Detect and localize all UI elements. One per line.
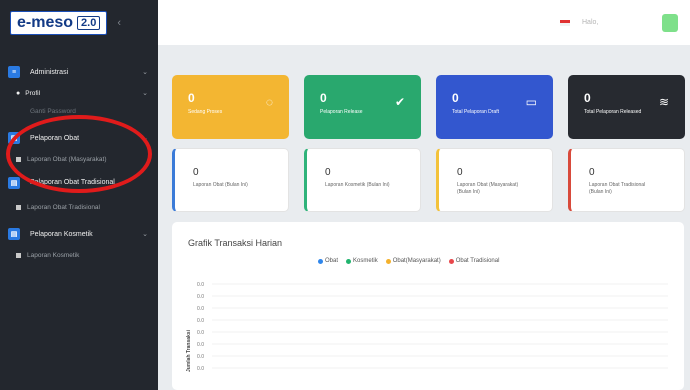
sidebar-item-ganti-password[interactable]: Ganti Password: [0, 102, 158, 120]
report-card-obat-tradisional[interactable]: 0 Laporan Obat Tradisional (Bulan Ini): [568, 148, 685, 212]
report-icon: ▤: [8, 132, 20, 144]
chart-plot: Jumlah Transaksi 0.0 0.0 0.0 0.0 0.0 0.0 0.0 0.…: [186, 282, 668, 372]
y-tick-label: 0.0: [197, 294, 204, 300]
sidebar-section-pelaporan-tradisional[interactable]: ▤ Pelaporan Obat Tradisional: [0, 168, 158, 198]
report-value: 0: [325, 167, 331, 178]
sidebar: e-meso 2.0 ‹ ≡ Administrasi ⌄ ● Profil ⌄…: [0, 0, 158, 390]
stat-label: Total Pelaporan Draft: [452, 109, 499, 115]
sidebar-section-label: Administrasi: [30, 68, 69, 76]
y-tick-label: 0.0: [197, 318, 204, 324]
chevron-down-icon: ⌄: [142, 231, 148, 238]
report-card-obat[interactable]: 0 Laporan Obat (Bulan Ini): [172, 148, 289, 212]
report-card-kosmetik[interactable]: 0 Laporan Kosmetik (Bulan Ini): [304, 148, 421, 212]
report-label: Laporan Obat (Bulan Ini): [193, 182, 248, 188]
layers-icon: ≋: [658, 95, 669, 109]
report-card-obat-masyarakat[interactable]: 0 Laporan Obat (Masyarakat) (Bulan Ini): [436, 148, 553, 212]
stat-value: 0: [320, 91, 327, 105]
stat-value: 0: [584, 91, 591, 105]
bullet-icon: [16, 252, 21, 258]
sidebar-item-label: Laporan Obat (Masyarakat): [27, 155, 107, 163]
report-value: 0: [193, 167, 199, 178]
topbar: Halo,: [158, 0, 690, 45]
report-value: 0: [589, 167, 595, 178]
brand-logo[interactable]: e-meso 2.0: [10, 10, 108, 35]
y-tick-label: 0.0: [197, 342, 204, 348]
stat-card-sedang-proses[interactable]: 0 Sedang Proses ◌: [172, 75, 289, 139]
user-icon: ●: [16, 89, 21, 97]
sidebar-item-profil[interactable]: ● Profil ⌄: [0, 84, 158, 102]
brand-version: 2.0: [77, 15, 101, 30]
sidebar-section-label: Pelaporan Obat Tradisional: [30, 179, 115, 186]
sidebar-menu: ≡ Administrasi ⌄ ● Profil ⌄ Ganti Passwo…: [0, 60, 158, 264]
report-icon: ▤: [8, 228, 20, 240]
y-axis-label: Jumlah Transaksi: [186, 329, 192, 372]
y-tick-label: 0.0: [197, 330, 204, 336]
report-label: Laporan Obat (Masyarakat) (Bulan Ini): [457, 182, 519, 195]
sidebar-section-label: Pelaporan Kosmetik: [30, 230, 93, 238]
bullet-icon: [16, 204, 21, 210]
y-tick-label: 0.0: [197, 354, 204, 360]
check-icon: ✔: [394, 95, 405, 109]
sidebar-item-label: Laporan Kosmetik: [27, 251, 80, 259]
avatar[interactable]: [662, 14, 678, 32]
report-label: Laporan Kosmetik (Bulan Ini): [325, 182, 390, 188]
sidebar-section-administrasi[interactable]: ≡ Administrasi ⌄: [0, 60, 158, 84]
bullet-icon: [16, 156, 21, 162]
stat-value: 0: [452, 91, 459, 105]
report-label: Laporan Obat Tradisional (Bulan Ini): [589, 182, 646, 195]
chevron-down-icon: ⌄: [142, 90, 148, 97]
y-tick-label: 0.0: [197, 366, 204, 372]
stat-label: Sedang Proses: [188, 109, 223, 115]
stat-card-pelaporan-draft[interactable]: 0 Total Pelaporan Draft ▭: [436, 75, 553, 139]
flag-icon[interactable]: [560, 20, 570, 26]
chevron-down-icon: ⌄: [142, 135, 148, 142]
sidebar-item-laporan-obat[interactable]: Laporan Obat (Masyarakat): [0, 150, 158, 168]
chart-panel: Grafik Transaksi Harian Obat Kosmetik Ob…: [172, 222, 684, 390]
stat-value: 0: [188, 91, 195, 105]
inbox-icon: ▭: [525, 95, 537, 109]
stat-card-pelaporan-released[interactable]: 0 Total Pelaporan Released ≋: [568, 75, 685, 139]
brand-name: e-meso: [17, 13, 74, 31]
report-value: 0: [457, 167, 463, 178]
admin-icon: ≡: [8, 66, 20, 78]
greeting-text: Halo,: [582, 19, 599, 26]
sidebar-section-pelaporan-kosmetik[interactable]: ▤ Pelaporan Kosmetik ⌄: [0, 222, 158, 246]
chevron-left-icon[interactable]: ‹: [117, 17, 121, 29]
y-tick-label: 0.0: [197, 306, 204, 312]
sidebar-item-laporan-kosmetik[interactable]: Laporan Kosmetik: [0, 246, 158, 264]
report-icon: ▤: [8, 177, 20, 189]
chevron-down-icon: ⌄: [142, 69, 148, 76]
brand: e-meso 2.0 ‹: [0, 0, 158, 45]
spinner-icon: ◌: [265, 95, 273, 109]
stat-card-pelaporan-release[interactable]: 0 Pelaporan Release ✔: [304, 75, 421, 139]
sidebar-item-label: Laporan Obat Tradisional: [27, 203, 100, 211]
sidebar-item-laporan-tradisional[interactable]: Laporan Obat Tradisional: [0, 198, 158, 216]
sidebar-section-label: Pelaporan Obat: [30, 134, 80, 142]
stat-label: Total Pelaporan Released: [584, 109, 642, 115]
sidebar-section-pelaporan-obat[interactable]: ▤ Pelaporan Obat ⌄: [0, 126, 158, 150]
stat-label: Pelaporan Release: [320, 109, 363, 115]
sidebar-item-label: Ganti Password: [30, 107, 76, 115]
sidebar-item-label: Profil: [25, 89, 41, 97]
y-tick-label: 0.0: [197, 282, 204, 288]
